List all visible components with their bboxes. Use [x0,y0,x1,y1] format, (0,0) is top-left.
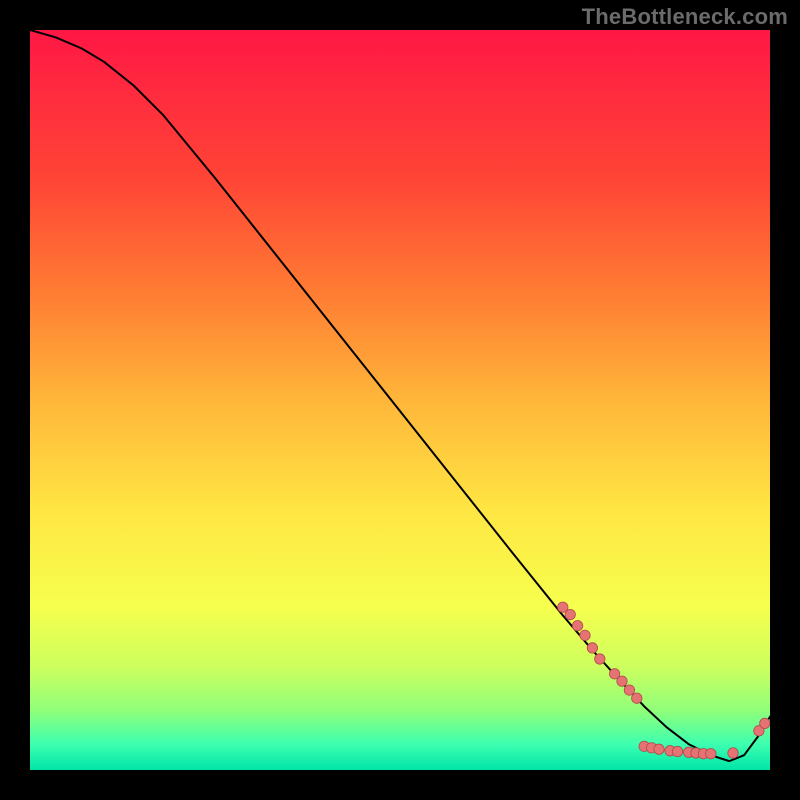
curve-marker [587,643,597,653]
curve-marker [632,693,642,703]
curve-marker [728,748,738,758]
chart-frame: TheBottleneck.com [0,0,800,800]
chart-plot [30,30,770,770]
curve-marker [617,676,627,686]
curve-marker [672,746,682,756]
curve-marker [580,630,590,640]
gradient-background [30,30,770,770]
curve-marker [706,749,716,759]
chart-svg [30,30,770,770]
curve-marker [654,744,664,754]
curve-marker [624,685,634,695]
curve-marker [565,609,575,619]
curve-marker [572,621,582,631]
curve-marker [595,654,605,664]
curve-marker [760,718,770,728]
watermark-text: TheBottleneck.com [582,4,788,30]
